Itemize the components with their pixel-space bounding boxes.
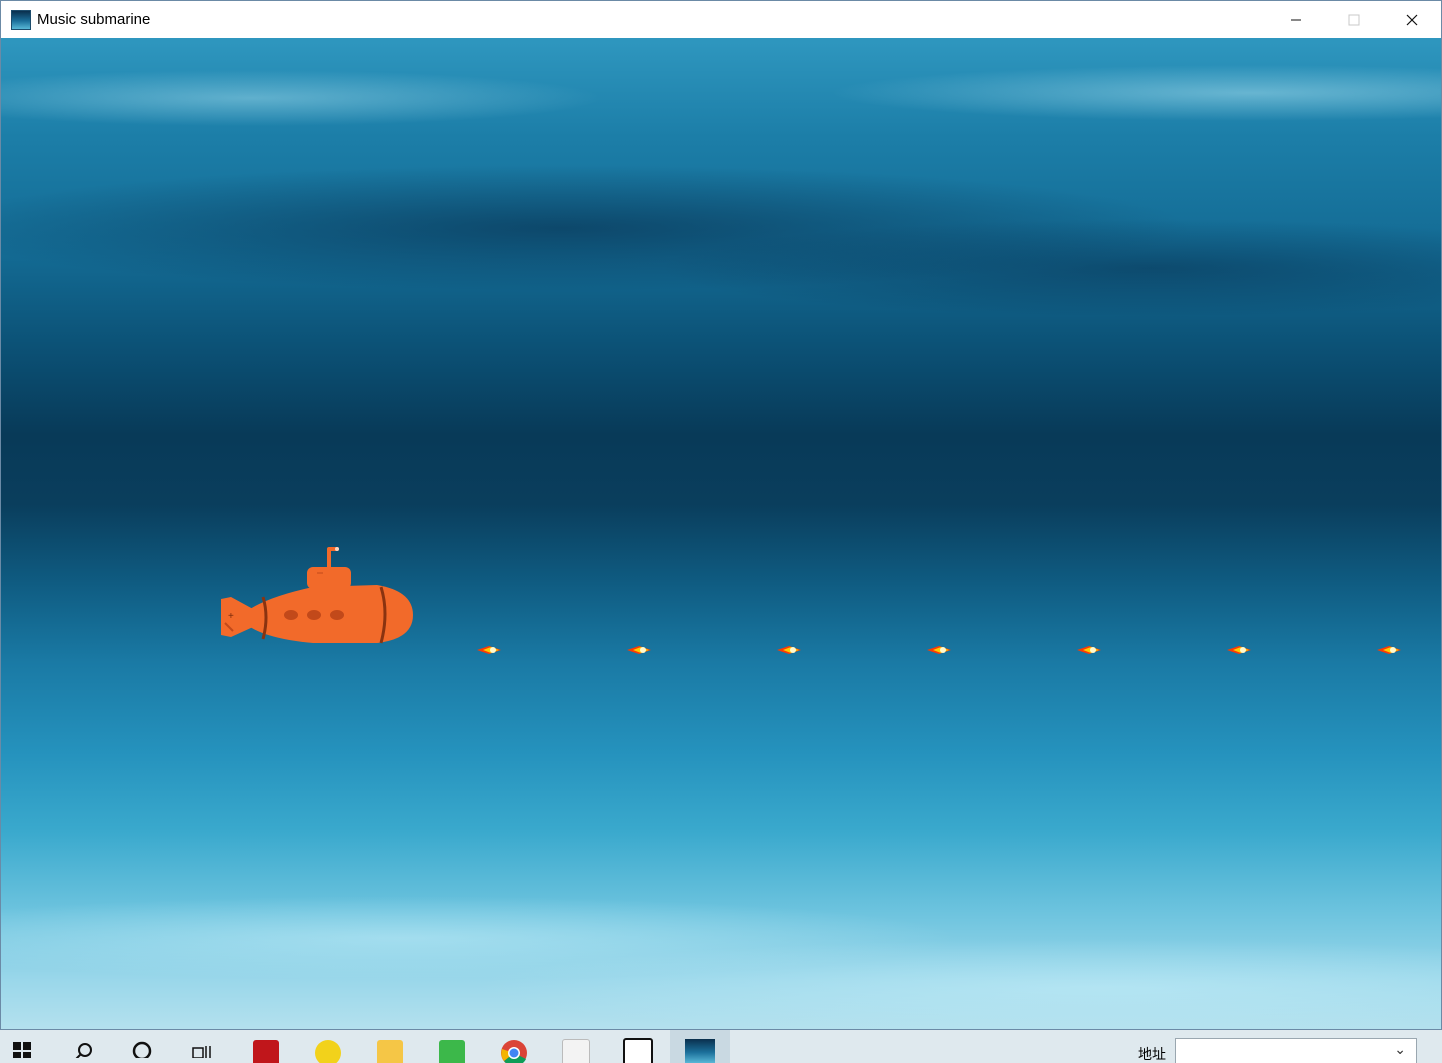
- minimize-button[interactable]: [1267, 1, 1325, 38]
- taskbar-app-dice[interactable]: [616, 1030, 660, 1063]
- player-submarine[interactable]: +: [217, 543, 417, 647]
- minimize-icon: [1291, 19, 1301, 20]
- fire-bullet-icon: [777, 646, 801, 654]
- app-yellow-icon: [315, 1039, 341, 1063]
- fire-bullet-icon: [927, 646, 951, 654]
- fire-bullet-icon: [1077, 646, 1101, 654]
- fire-bullet-icon: [477, 646, 501, 654]
- maximize-button[interactable]: [1325, 1, 1383, 38]
- qc-app-icon: [439, 1039, 465, 1063]
- file-explorer-icon: [377, 1039, 403, 1063]
- title-bar[interactable]: Music submarine: [1, 1, 1441, 38]
- search-button[interactable]: [62, 1030, 106, 1063]
- close-icon: [1406, 14, 1418, 25]
- maximize-icon: [1348, 14, 1360, 25]
- typora-icon: [562, 1038, 590, 1063]
- search-icon: [75, 1042, 92, 1058]
- close-button[interactable]: [1383, 1, 1441, 38]
- cortana-button[interactable]: [120, 1030, 164, 1063]
- app-ocean-icon: [11, 9, 31, 30]
- task-view-button[interactable]: [180, 1030, 224, 1063]
- task-view-icon: [192, 1045, 211, 1058]
- taskbar-app-chrome[interactable]: [492, 1030, 536, 1063]
- acrobat-icon: [253, 1039, 279, 1063]
- taskbar-app-acrobat[interactable]: [244, 1030, 288, 1063]
- taskbar-app-typora[interactable]: [554, 1030, 598, 1063]
- taskbar-app-qc[interactable]: [430, 1030, 474, 1063]
- taskbar-app-file-explorer[interactable]: [368, 1030, 412, 1063]
- chevron-down-icon[interactable]: ⌄: [1394, 1041, 1406, 1058]
- taskbar-app-yellow[interactable]: [306, 1030, 350, 1063]
- cortana-circle-icon: [132, 1041, 152, 1058]
- start-button[interactable]: [0, 1030, 44, 1063]
- fire-bullet-icon: [1377, 646, 1401, 654]
- chrome-icon: [501, 1039, 527, 1063]
- fire-bullet-icon: [1227, 646, 1251, 654]
- svg-text:+: +: [228, 611, 234, 622]
- window-title: Music submarine: [37, 11, 151, 28]
- window-controls: [1267, 1, 1441, 38]
- windows-start-icon: [13, 1041, 31, 1058]
- fire-bullet-icon: [627, 646, 651, 654]
- address-label: 地址: [1138, 1046, 1166, 1062]
- dice-app-icon: [623, 1037, 653, 1063]
- music-submarine-app-icon: [685, 1038, 715, 1063]
- taskbar: 地址 ⌄: [0, 1030, 1442, 1063]
- game-canvas[interactable]: +: [1, 38, 1441, 1029]
- app-window: Music submarine +: [0, 0, 1442, 1030]
- taskbar-app-music-submarine[interactable]: [670, 1030, 730, 1063]
- address-input[interactable]: ⌄: [1175, 1038, 1417, 1063]
